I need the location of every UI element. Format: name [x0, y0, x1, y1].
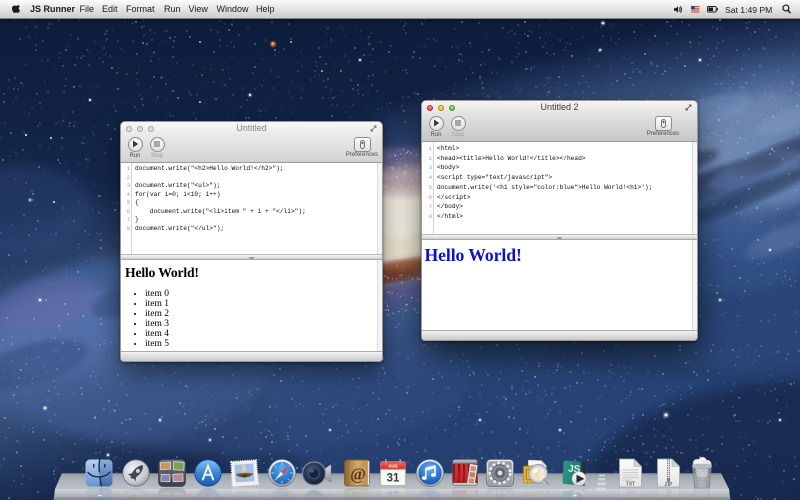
svg-text:TXT: TXT: [626, 481, 635, 487]
svg-text:AUG: AUG: [388, 464, 397, 469]
svg-text:ZIP: ZIP: [665, 481, 673, 487]
svg-text:@: @: [350, 465, 366, 484]
svg-text:31: 31: [387, 473, 400, 485]
